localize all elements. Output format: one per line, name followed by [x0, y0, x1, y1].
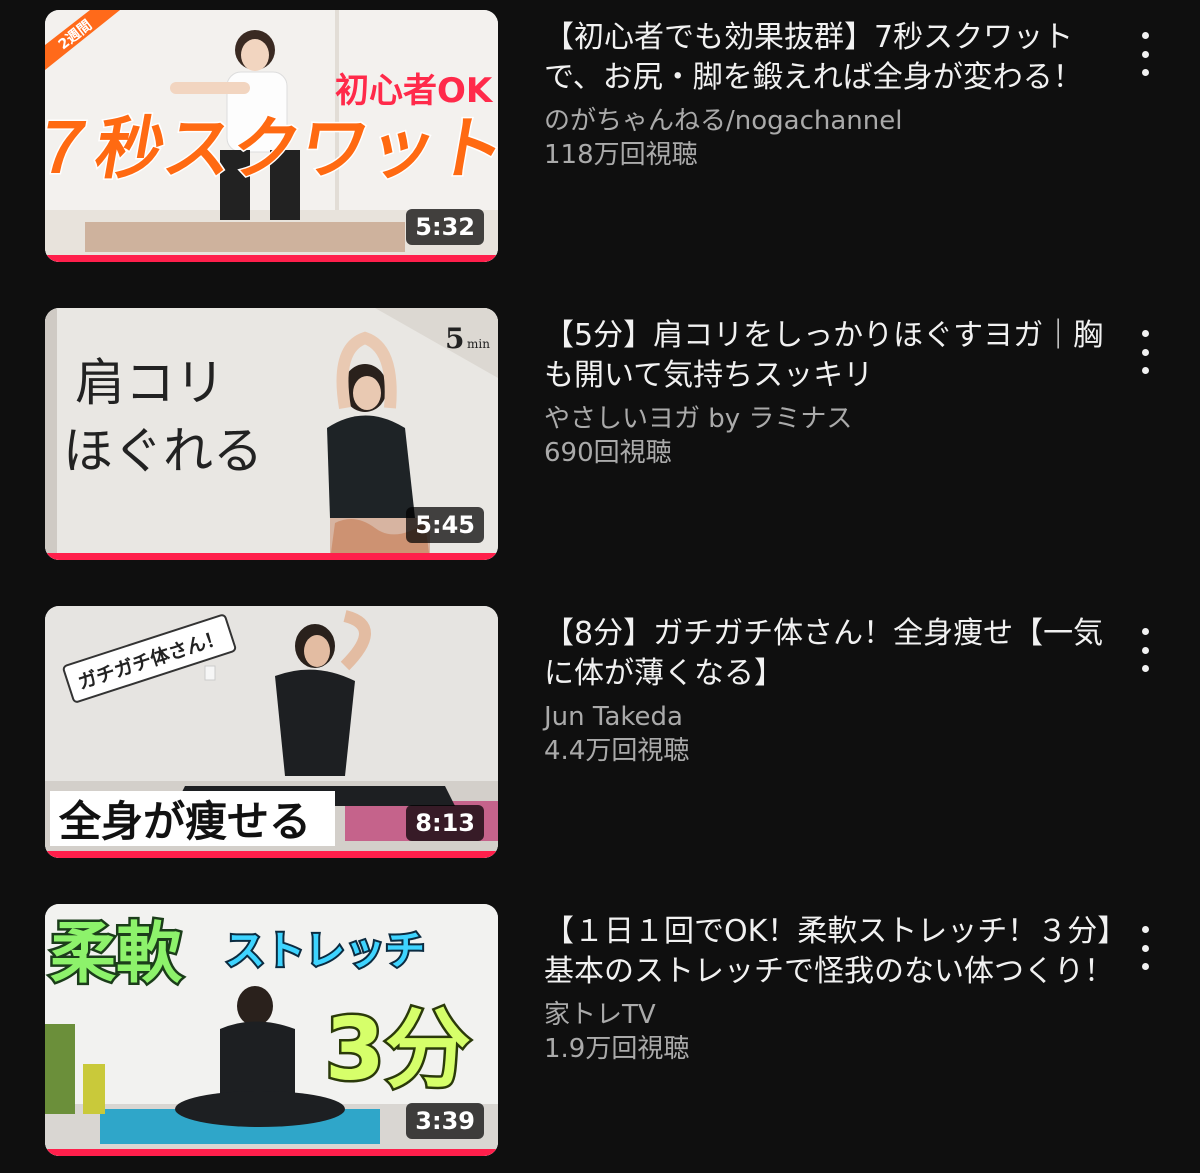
thumbnail-corner-number: 5 — [445, 322, 464, 355]
video-item[interactable]: 柔軟 ストレッチ 3分 3:39 【１日１回でOK！柔軟ストレッチ！３分】基本の… — [0, 904, 1200, 1164]
watch-progress-bar — [45, 553, 498, 560]
thumbnail-corner-unit: min — [467, 337, 490, 351]
thumbnail-main-text: 全身が痩せる — [58, 797, 311, 846]
channel-name[interactable]: 家トレTV — [544, 998, 1124, 1032]
thumbnail-main2-text: ストレッチ — [225, 928, 425, 974]
video-item[interactable]: 肩コリ ほぐれる 5 min 5:45 【5分】肩コリをしっかりほぐすヨガ｜胸も… — [0, 308, 1200, 568]
video-duration: 5:32 — [406, 209, 484, 245]
video-thumbnail[interactable]: 柔軟 ストレッチ 3分 3:39 — [45, 904, 498, 1156]
watch-progress-bar — [45, 255, 498, 262]
more-vert-icon[interactable] — [1130, 628, 1160, 672]
thumbnail-line1-text: 肩コリ — [75, 354, 225, 412]
thumbnail-main1-text: 柔軟 — [50, 915, 183, 992]
video-title[interactable]: 【5分】肩コリをしっかりほぐすヨガ｜胸も開いて気持ちスッキリ — [544, 316, 1124, 396]
channel-name[interactable]: やさしいヨガ by ラミナス — [544, 402, 1124, 436]
watch-progress-bar — [45, 1149, 498, 1156]
video-meta: 【１日１回でOK！柔軟ストレッチ！３分】基本のストレッチで怪我のない体つくり！ … — [544, 912, 1124, 1066]
thumbnail-line2-text: ほぐれる — [63, 422, 263, 480]
video-item[interactable]: ガチガチ体さん！ 全身が痩せる 8:13 【8分】ガチガチ体さん！全身痩せ【一気… — [0, 606, 1200, 866]
channel-name[interactable]: Jun Takeda — [544, 700, 1124, 734]
video-title[interactable]: 【初心者でも効果抜群】7秒スクワットで、お尻・脚を鍛えれば全身が変わる！ — [544, 18, 1124, 98]
video-meta: 【5分】肩コリをしっかりほぐすヨガ｜胸も開いて気持ちスッキリ やさしいヨガ by… — [544, 316, 1124, 470]
video-title[interactable]: 【8分】ガチガチ体さん！全身痩せ【一気に体が薄くなる】 — [544, 614, 1124, 694]
video-duration: 5:45 — [406, 507, 484, 543]
view-count: 1.9万回視聴 — [544, 1034, 690, 1064]
more-vert-icon[interactable] — [1130, 32, 1160, 76]
video-meta: 【初心者でも効果抜群】7秒スクワットで、お尻・脚を鍛えれば全身が変わる！ のがち… — [544, 18, 1124, 172]
view-count: 690回視聴 — [544, 438, 672, 468]
view-count: 4.4万回視聴 — [544, 736, 690, 766]
video-duration: 8:13 — [406, 805, 484, 841]
more-vert-icon[interactable] — [1130, 926, 1160, 970]
video-meta: 【8分】ガチガチ体さん！全身痩せ【一気に体が薄くなる】 Jun Takeda 4… — [544, 614, 1124, 768]
thumbnail-sub-text: 初心者OK — [335, 71, 494, 111]
video-duration: 3:39 — [406, 1103, 484, 1139]
video-thumbnail[interactable]: 2週間 初心者OK ７秒スクワット 5:32 — [45, 10, 498, 262]
video-title[interactable]: 【１日１回でOK！柔軟ストレッチ！３分】基本のストレッチで怪我のない体つくり！ — [544, 912, 1124, 992]
video-thumbnail[interactable]: ガチガチ体さん！ 全身が痩せる 8:13 — [45, 606, 498, 858]
video-thumbnail[interactable]: 肩コリ ほぐれる 5 min 5:45 — [45, 308, 498, 560]
channel-name[interactable]: のがちゃんねる/nogachannel — [544, 104, 1124, 138]
view-count: 118万回視聴 — [544, 140, 698, 170]
video-feed: 2週間 初心者OK ７秒スクワット 5:32 【初心者でも効果抜群】7秒スクワッ… — [0, 0, 1200, 1173]
more-vert-icon[interactable] — [1130, 330, 1160, 374]
thumbnail-main-text: ７秒スクワット — [45, 109, 498, 188]
watch-progress-bar — [45, 851, 498, 858]
video-item[interactable]: 2週間 初心者OK ７秒スクワット 5:32 【初心者でも効果抜群】7秒スクワッ… — [0, 10, 1200, 270]
thumbnail-main3-text: 3分 — [325, 1000, 471, 1100]
